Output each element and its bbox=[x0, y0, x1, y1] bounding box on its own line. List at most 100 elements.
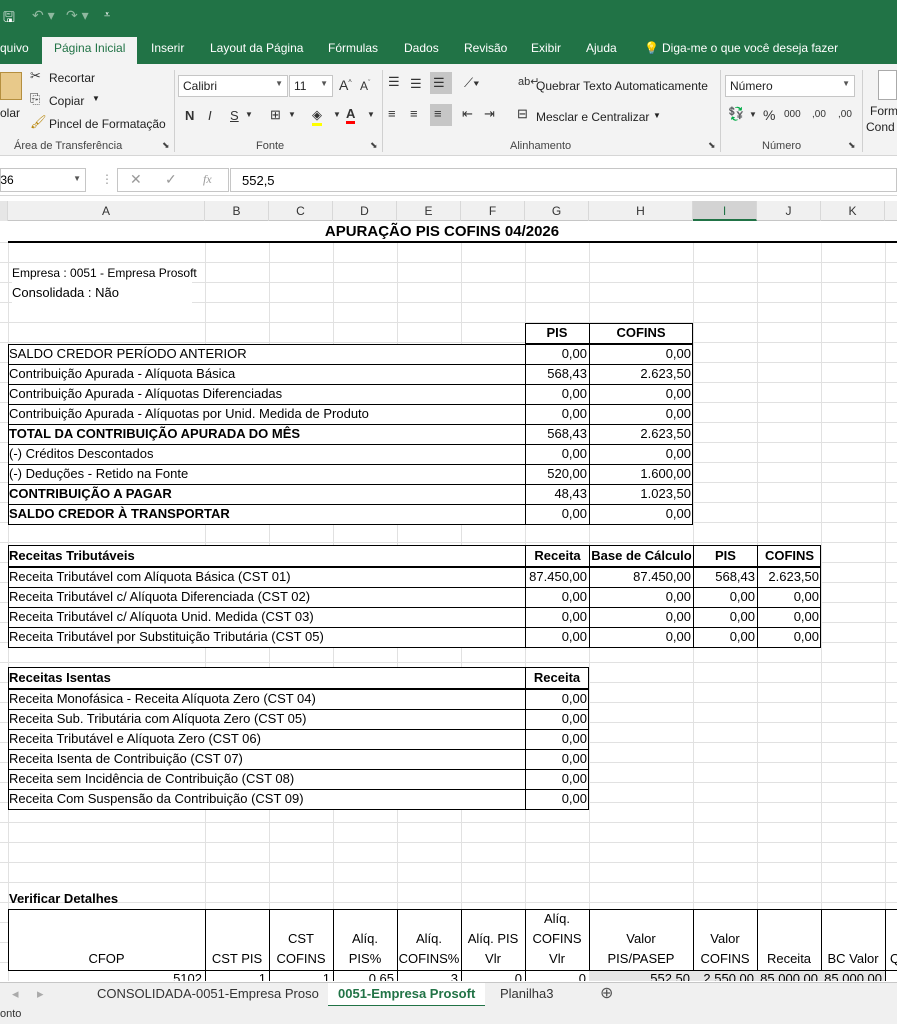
detalhes-cell: 552,50 bbox=[650, 971, 690, 981]
tab-exibir[interactable]: Exibir bbox=[531, 41, 561, 55]
underline-dropdown-icon[interactable]: ▼ bbox=[245, 110, 253, 119]
name-box[interactable]: I36 ▼ bbox=[0, 168, 86, 192]
detalhes-header: Alíq. PIS bbox=[467, 931, 519, 946]
underline-button[interactable]: S bbox=[230, 108, 239, 123]
tab-pagina-inicial[interactable]: Página Inicial bbox=[42, 37, 138, 64]
detalhes-header: COFINS bbox=[700, 951, 750, 966]
select-all-corner[interactable] bbox=[0, 201, 8, 221]
save-icon[interactable]: 🖫 bbox=[3, 7, 15, 31]
tab-arquivo[interactable]: quivo bbox=[0, 41, 29, 55]
cancel-icon[interactable]: ✕ bbox=[130, 171, 142, 188]
tab-inserir[interactable]: Inserir bbox=[151, 41, 184, 55]
group-label-number: Número bbox=[762, 140, 802, 152]
column-header-k[interactable]: K bbox=[821, 201, 885, 221]
sheet-tab-planilha3[interactable]: Planilha3 bbox=[490, 983, 564, 1007]
column-header-c[interactable]: C bbox=[269, 201, 333, 221]
worksheet-grid[interactable]: APURAÇÃO PIS COFINS 04/2026 Empresa : 00… bbox=[0, 221, 897, 981]
cut-button[interactable]: Recortar bbox=[49, 71, 95, 85]
title-underline bbox=[8, 241, 897, 243]
tab-revisao[interactable]: Revisão bbox=[464, 41, 507, 55]
column-header-d[interactable]: D bbox=[333, 201, 397, 221]
font-launcher-icon[interactable]: ⬊ bbox=[370, 140, 378, 151]
column-header-i[interactable]: I bbox=[693, 201, 757, 221]
orientation-icon[interactable]: ⟋▾ bbox=[464, 75, 479, 91]
column-header-a[interactable]: A bbox=[8, 201, 205, 221]
tab-dados[interactable]: Dados bbox=[404, 41, 439, 55]
tell-me-search[interactable]: Diga-me o que você deseja fazer bbox=[662, 41, 838, 55]
decrease-font-icon[interactable]: Aˇ bbox=[360, 79, 370, 93]
conditional-format-icon[interactable] bbox=[878, 70, 897, 100]
chevron-down-icon: ▼ bbox=[320, 79, 328, 88]
thousands-button[interactable]: 000 bbox=[784, 109, 801, 120]
column-header-h[interactable]: H bbox=[589, 201, 693, 221]
tab-layout[interactable]: Layout da Página bbox=[210, 41, 303, 55]
paste-button[interactable]: olar bbox=[0, 106, 20, 120]
column-header-g[interactable]: G bbox=[525, 201, 589, 221]
font-color-dropdown-icon[interactable]: ▼ bbox=[367, 110, 375, 119]
increase-decimal-button[interactable]: ,00 bbox=[812, 109, 826, 120]
clipboard-launcher-icon[interactable]: ⬊ bbox=[162, 140, 170, 151]
font-name-select[interactable]: Calibri ▼ bbox=[178, 75, 288, 97]
alignment-launcher-icon[interactable]: ⬊ bbox=[708, 140, 716, 151]
fill-color-icon[interactable]: ◈ bbox=[312, 107, 322, 126]
tab-formulas[interactable]: Fórmulas bbox=[328, 41, 378, 55]
italic-button[interactable]: I bbox=[208, 108, 212, 123]
formula-input[interactable]: 552,5 bbox=[230, 168, 897, 192]
column-header-e[interactable]: E bbox=[397, 201, 461, 221]
isentas-row-label: Receita Tributável e Alíquota Zero (CST … bbox=[9, 731, 261, 746]
copy-button[interactable]: Copiar bbox=[49, 94, 84, 108]
tab-ajuda[interactable]: Ajuda bbox=[586, 41, 617, 55]
increase-font-icon[interactable]: A^ bbox=[339, 77, 352, 93]
currency-icon[interactable]: 💱 bbox=[728, 106, 744, 122]
font-color-icon[interactable]: A bbox=[346, 106, 356, 124]
conditional-format-label-2[interactable]: Cond bbox=[866, 120, 895, 134]
wrap-text-button[interactable]: Quebrar Texto Automaticamente bbox=[536, 79, 708, 93]
paste-icon[interactable] bbox=[0, 72, 22, 100]
redo-icon[interactable]: ↷ ▾ bbox=[66, 7, 89, 24]
align-bottom-icon[interactable]: ☰ bbox=[430, 72, 452, 94]
fill-dropdown-icon[interactable]: ▼ bbox=[333, 110, 341, 119]
column-header-j[interactable]: J bbox=[757, 201, 821, 221]
undo-icon[interactable]: ↶ ▾ bbox=[32, 7, 55, 24]
format-painter-button[interactable]: Pincel de Formatação bbox=[49, 117, 166, 131]
enter-icon[interactable]: ✓ bbox=[165, 171, 177, 188]
align-middle-icon[interactable]: ☰ bbox=[410, 76, 422, 92]
scroll-left-icon[interactable]: ◂ bbox=[2, 983, 29, 1007]
sheet-tab-consolidada[interactable]: CONSOLIDADA-0051-Empresa Proso bbox=[87, 983, 329, 1007]
align-center-icon[interactable]: ≡ bbox=[410, 106, 418, 121]
column-header-f[interactable]: F bbox=[461, 201, 525, 221]
column-header-b[interactable]: B bbox=[205, 201, 269, 221]
increase-indent-icon[interactable]: ⇥ bbox=[484, 106, 495, 122]
currency-dropdown-icon[interactable]: ▼ bbox=[749, 110, 757, 119]
decrease-decimal-button[interactable]: ,00 bbox=[838, 109, 852, 120]
borders-dropdown-icon[interactable]: ▼ bbox=[288, 110, 296, 119]
customize-icon[interactable]: ⩡ bbox=[104, 9, 110, 22]
sheet-tabs-bar: ◂ ▸ CONSOLIDADA-0051-Empresa Proso 0051-… bbox=[0, 982, 897, 1007]
merge-center-button[interactable]: Mesclar e Centralizar bbox=[536, 110, 649, 124]
detalhes-cell: 0 bbox=[578, 971, 586, 981]
align-left-icon[interactable]: ≡ bbox=[388, 106, 396, 121]
sheet-tab-empresa[interactable]: 0051-Empresa Prosoft bbox=[328, 983, 486, 1007]
conditional-format-label-1[interactable]: Form bbox=[870, 104, 897, 118]
tributaveis-cell-base: 0,00 bbox=[665, 589, 691, 604]
summary-row-label: Contribuição Apurada - Alíquota Básica bbox=[9, 366, 236, 381]
scroll-right-icon[interactable]: ▸ bbox=[27, 983, 54, 1007]
align-top-icon[interactable]: ☰ bbox=[388, 74, 400, 90]
consolidada-label: Consolidada : Não bbox=[12, 283, 192, 303]
bold-button[interactable]: N bbox=[185, 108, 194, 123]
decrease-indent-icon[interactable]: ⇤ bbox=[462, 106, 473, 122]
borders-icon[interactable]: ⊞ bbox=[270, 107, 281, 123]
number-launcher-icon[interactable]: ⬊ bbox=[848, 140, 856, 151]
merge-dropdown-icon[interactable]: ▼ bbox=[653, 111, 661, 120]
percent-button[interactable]: % bbox=[763, 107, 775, 123]
align-right-icon[interactable]: ≡ bbox=[430, 104, 452, 126]
tributaveis-cell-pis: 0,00 bbox=[729, 589, 755, 604]
copy-dropdown-icon[interactable]: ▼ bbox=[92, 94, 100, 103]
font-size-select[interactable]: 11 ▼ bbox=[289, 75, 333, 97]
tributaveis-cell-label: Receita Tributável c/ Alíquota Diferenci… bbox=[9, 589, 311, 604]
chevron-down-icon[interactable]: ▼ bbox=[73, 174, 81, 183]
number-format-select[interactable]: Número ▼ bbox=[725, 75, 855, 97]
function-icon[interactable]: fx bbox=[203, 172, 212, 187]
detalhes-header: BC Valor bbox=[827, 951, 879, 966]
add-sheet-icon[interactable]: ⊕ bbox=[590, 983, 623, 1007]
